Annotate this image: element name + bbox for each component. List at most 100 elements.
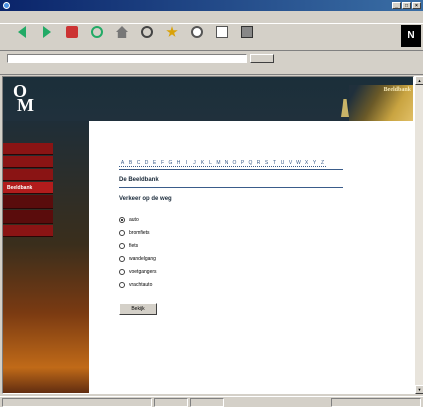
alphabet-index: ABCDEFGHIJKLMNOPQRSTUVWXYZ xyxy=(119,159,326,167)
refresh-icon xyxy=(91,26,103,38)
links-bar xyxy=(0,65,423,75)
address-input[interactable] xyxy=(7,53,247,63)
back-button[interactable] xyxy=(10,24,34,50)
alphabet-letter[interactable]: H xyxy=(175,159,182,167)
browser-logo-icon: N xyxy=(401,25,421,47)
mail-button[interactable] xyxy=(210,24,234,50)
search-button[interactable] xyxy=(135,24,159,50)
alphabet-letter[interactable]: N xyxy=(223,159,230,167)
status-zone xyxy=(331,397,421,407)
alphabet-letter[interactable]: C xyxy=(135,159,142,167)
radio-button[interactable] xyxy=(119,281,125,288)
divider xyxy=(119,169,343,170)
back-icon xyxy=(18,26,26,38)
alphabet-letter[interactable]: L xyxy=(207,159,214,167)
close-icon[interactable]: × xyxy=(412,2,421,9)
option-list: auto bromfiets fiets wandelgang voetgangers v… xyxy=(119,213,157,291)
minimize-icon[interactable]: _ xyxy=(392,2,401,9)
nav-subitem[interactable] xyxy=(3,210,53,224)
scroll-up-icon[interactable]: ▲ xyxy=(415,76,423,85)
address-bar xyxy=(0,52,423,64)
alphabet-letter[interactable]: X xyxy=(303,159,310,167)
toolbar xyxy=(0,23,423,51)
radio-button[interactable] xyxy=(119,242,125,249)
main-content: ABCDEFGHIJKLMNOPQRSTUVWXYZ De Beeldbank … xyxy=(89,121,413,393)
header-banner-label: Beeldbank xyxy=(383,87,411,93)
browser-window: _ □ × N O M Beeldbank Beeldbank A B C D … xyxy=(0,0,423,407)
home-icon xyxy=(116,26,128,38)
browser-icon xyxy=(3,2,10,9)
option-row[interactable]: fiets xyxy=(119,239,157,252)
alphabet-letter[interactable]: W xyxy=(295,159,302,167)
nav-item[interactable] xyxy=(3,156,53,168)
option-row[interactable]: bromfiets xyxy=(119,226,157,239)
alphabet-letter[interactable]: D xyxy=(143,159,150,167)
alphabet-letter[interactable]: G xyxy=(167,159,174,167)
header-figure-icon xyxy=(341,99,349,117)
submit-button[interactable]: Bekijk xyxy=(119,303,157,315)
maximize-icon[interactable]: □ xyxy=(402,2,411,9)
alphabet-letter[interactable]: Y xyxy=(311,159,318,167)
site-header: O M Beeldbank xyxy=(3,77,413,121)
radio-button[interactable] xyxy=(119,268,125,275)
option-label: vrachtauto xyxy=(129,281,153,288)
go-button[interactable] xyxy=(250,53,274,63)
history-icon xyxy=(191,26,203,38)
alphabet-letter[interactable]: R xyxy=(255,159,262,167)
status-text xyxy=(2,397,152,407)
divider xyxy=(119,187,343,188)
nav-subitem[interactable] xyxy=(3,195,53,209)
search-icon xyxy=(141,26,153,38)
menu-bar xyxy=(0,12,423,22)
alphabet-letter[interactable]: Z xyxy=(319,159,326,167)
alphabet-letter[interactable]: B xyxy=(127,159,134,167)
nav-item[interactable] xyxy=(3,169,53,181)
alphabet-letter[interactable]: U xyxy=(279,159,286,167)
alphabet-letter[interactable]: A xyxy=(119,159,126,167)
alphabet-letter[interactable]: T xyxy=(271,159,278,167)
vertical-scrollbar[interactable]: ▲ ▼ xyxy=(414,76,423,394)
status-bar xyxy=(0,396,423,407)
history-button[interactable] xyxy=(185,24,209,50)
nav-item[interactable] xyxy=(3,143,53,155)
alphabet-letter[interactable]: S xyxy=(263,159,270,167)
refresh-button[interactable] xyxy=(85,24,109,50)
alphabet-letter[interactable]: Q xyxy=(247,159,254,167)
option-row[interactable]: vrachtauto xyxy=(119,278,157,291)
status-cell xyxy=(154,397,188,407)
alphabet-letter[interactable]: P xyxy=(239,159,246,167)
title-bar: _ □ × xyxy=(0,0,423,11)
nav-item-beeldbank[interactable]: Beeldbank xyxy=(3,182,53,194)
option-row[interactable]: wandelgang xyxy=(119,252,157,265)
favorites-button[interactable] xyxy=(160,24,184,50)
radio-button[interactable] xyxy=(119,255,125,262)
status-cell xyxy=(190,397,224,407)
stop-button[interactable] xyxy=(60,24,84,50)
alphabet-letter[interactable]: K xyxy=(199,159,206,167)
alphabet-letter[interactable]: V xyxy=(287,159,294,167)
option-row[interactable]: voetgangers xyxy=(119,265,157,278)
home-button[interactable] xyxy=(110,24,134,50)
print-icon xyxy=(241,26,253,38)
alphabet-letter[interactable]: I xyxy=(183,159,190,167)
forward-button[interactable] xyxy=(35,24,59,50)
favorites-icon xyxy=(166,26,178,37)
option-label: voetgangers xyxy=(129,268,157,275)
page-title: De Beeldbank xyxy=(119,177,159,183)
radio-button[interactable] xyxy=(119,216,125,223)
alphabet-letter[interactable]: E xyxy=(151,159,158,167)
forward-icon xyxy=(43,26,51,38)
option-label: auto xyxy=(129,216,139,223)
option-label: wandelgang xyxy=(129,255,156,262)
radio-button[interactable] xyxy=(119,229,125,236)
scroll-down-icon[interactable]: ▼ xyxy=(415,385,423,394)
alphabet-letter[interactable]: O xyxy=(231,159,238,167)
category-title: Verkeer op de weg xyxy=(119,196,172,202)
window-controls: _ □ × xyxy=(392,2,421,9)
alphabet-letter[interactable]: M xyxy=(215,159,222,167)
print-button[interactable] xyxy=(235,24,259,50)
alphabet-letter[interactable]: J xyxy=(191,159,198,167)
alphabet-letter[interactable]: F xyxy=(159,159,166,167)
option-row[interactable]: auto xyxy=(119,213,157,226)
nav-item[interactable] xyxy=(3,225,53,237)
